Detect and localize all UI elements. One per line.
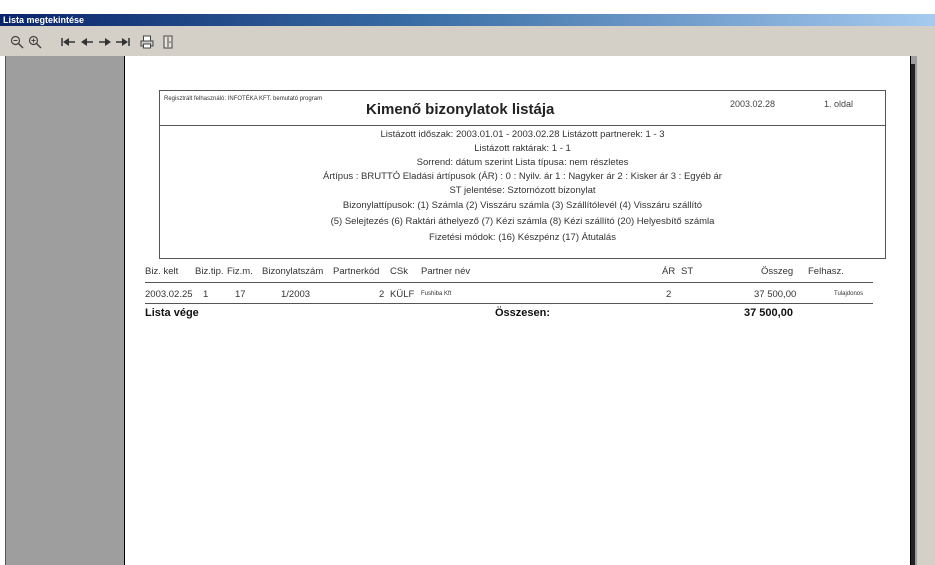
report-header: Regisztrált felhasználó: INFOTÉKA KFT. b… bbox=[159, 90, 886, 126]
report-parameters: Listázott időszak: 2003.01.01 - 2003.02.… bbox=[159, 124, 886, 259]
window-titlebar: Lista megtekintése bbox=[0, 14, 935, 26]
top-strip bbox=[0, 0, 935, 14]
info-line: Listázott raktárak: 1 - 1 bbox=[474, 143, 571, 154]
preview-area: Regisztrált felhasználó: INFOTÉKA KFT. b… bbox=[5, 56, 918, 565]
info-line: (5) Selejtezés (6) Raktári áthelyező (7)… bbox=[330, 216, 715, 227]
info-line: Listázott időszak: 2003.01.01 - 2003.02.… bbox=[380, 129, 665, 140]
cell-csk: KÜLF bbox=[390, 289, 415, 300]
total-label: Összesen: bbox=[495, 307, 551, 319]
zoom-out-icon[interactable] bbox=[10, 35, 24, 49]
right-panel bbox=[917, 56, 935, 565]
first-page-icon[interactable] bbox=[60, 35, 76, 49]
cell-biz-kelt: 2003.02.25 bbox=[145, 289, 193, 300]
zoom-in-icon[interactable] bbox=[28, 35, 42, 49]
column-header-ar: ÁR bbox=[662, 266, 676, 277]
cell-bizonylatszam: 1/2003 bbox=[281, 289, 311, 300]
cell-osszeg: 37 500,00 bbox=[754, 289, 797, 300]
report-date: 2003.02.28 bbox=[730, 99, 776, 109]
print-icon[interactable] bbox=[140, 35, 154, 49]
cell-partner-nev: Fushiba Kft bbox=[421, 291, 452, 297]
cell-biz-tip: 1 bbox=[203, 289, 209, 300]
exit-door-icon[interactable] bbox=[162, 35, 174, 49]
list-end-label: Lista vége bbox=[145, 307, 199, 319]
header-divider bbox=[145, 282, 873, 283]
column-header-st: ST bbox=[681, 266, 694, 277]
previous-page-icon[interactable] bbox=[80, 35, 94, 49]
window-title: Lista megtekintése bbox=[3, 15, 85, 25]
cell-fiz-m: 17 bbox=[235, 289, 246, 300]
cell-partnerkod: 2 bbox=[379, 289, 385, 300]
next-page-icon[interactable] bbox=[98, 35, 112, 49]
cell-felhasz: Tulajdonos bbox=[834, 291, 864, 297]
info-line: Sorrend: dátum szerint Lista típusa: nem… bbox=[416, 157, 629, 168]
column-header-partner-nev: Partner név bbox=[421, 266, 471, 277]
column-header-biz-tip: Biz.tip. bbox=[195, 266, 224, 277]
column-header-biz-kelt: Biz. kelt bbox=[145, 266, 179, 277]
column-header-felhasz: Felhasz. bbox=[808, 266, 844, 277]
report-page-number: 1. oldal bbox=[824, 99, 854, 109]
cell-ar: 2 bbox=[666, 289, 672, 300]
info-line: Fizetési módok: (16) Készpénz (17) Átuta… bbox=[429, 232, 616, 243]
row-divider bbox=[145, 303, 873, 304]
report-title: Kimenő bizonylatok listája bbox=[366, 101, 555, 118]
column-header-osszeg: Összeg bbox=[761, 266, 794, 277]
total-value: 37 500,00 bbox=[744, 307, 793, 319]
column-header-csk: CSk bbox=[390, 266, 408, 277]
column-header-partnerkod: Partnerkód bbox=[333, 266, 380, 277]
info-line: Bizonylattípusok: (1) Számla (2) Visszár… bbox=[342, 200, 703, 211]
preview-toolbar bbox=[0, 26, 935, 56]
report-page: Regisztrált felhasználó: INFOTÉKA KFT. b… bbox=[124, 56, 911, 565]
registered-user-text: Regisztrált felhasználó: INFOTÉKA KFT. b… bbox=[164, 96, 323, 102]
last-page-icon[interactable] bbox=[115, 35, 131, 49]
info-line: ST jelentése: Sztornózott bizonylat bbox=[449, 185, 596, 196]
column-header-bizonylatszam: Bizonylatszám bbox=[262, 266, 324, 277]
info-line: Ártípus : BRUTTÓ Eladási ártípusok (ÁR) … bbox=[323, 171, 722, 182]
column-header-fiz-m: Fiz.m. bbox=[227, 266, 253, 277]
